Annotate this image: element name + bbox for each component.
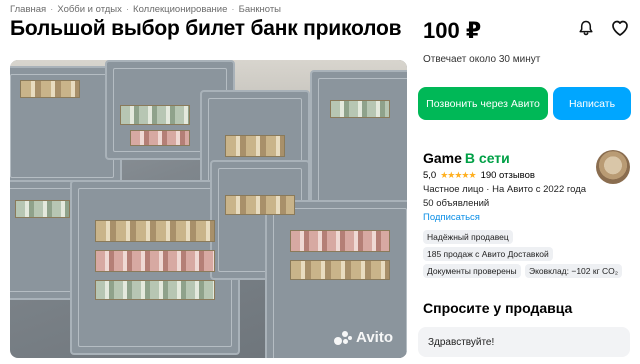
breadcrumb-hobby-link[interactable]: Хобби и отдых — [57, 4, 122, 15]
price: 100 ₽ — [423, 18, 482, 43]
seller-avatar[interactable] — [596, 150, 630, 184]
breadcrumb: Главная · Хобби и отдых · Коллекциониров… — [10, 4, 281, 15]
breadcrumb-separator: · — [231, 4, 235, 15]
call-via-avito-button[interactable]: Позвонить через Авито — [418, 87, 548, 120]
breadcrumb-banknotes-link[interactable]: Банкноты — [239, 4, 281, 15]
reviews-link[interactable]: 190 отзывов — [481, 170, 535, 181]
photo-banknote-stack — [330, 100, 390, 118]
breadcrumb-separator: · — [125, 4, 130, 15]
avito-watermark: Avito — [334, 329, 393, 346]
photo-banknote-stack — [120, 105, 190, 125]
photo-banknote-stack — [130, 130, 190, 146]
listing-photo[interactable]: Avito — [10, 60, 407, 358]
photo-banknote-stack — [225, 195, 295, 215]
listing-title: Большой выбор билет банк приколов — [10, 17, 402, 40]
avito-watermark-text: Avito — [356, 329, 393, 346]
breadcrumb-separator: · — [50, 4, 54, 15]
photo-banknote-stack — [225, 135, 285, 157]
subscribe-link[interactable]: Подписаться — [423, 212, 480, 223]
seller-rating: 5,0 ★★★★★ 190 отзывов — [423, 170, 535, 181]
breadcrumb-home-link[interactable]: Главная — [10, 4, 46, 15]
seller-name-line: Game В сети — [423, 150, 510, 166]
breadcrumb-collecting-link[interactable]: Коллекционирование — [133, 4, 227, 15]
photo-banknote-stack — [95, 250, 215, 272]
message-input[interactable] — [418, 327, 630, 357]
seller-type: Частное лицо · На Авито с 2022 года — [423, 184, 587, 195]
photo-banknote-stack — [95, 280, 215, 300]
response-time: Отвечает около 30 минут — [423, 54, 541, 65]
notification-bell-icon[interactable] — [578, 20, 594, 36]
photo-banknote-stack — [15, 200, 70, 218]
ask-seller-title: Спросите у продавца — [423, 300, 573, 316]
online-status: В сети — [464, 150, 510, 166]
badge-documents-verified: Документы проверены — [423, 264, 521, 278]
photo-crate — [310, 70, 407, 220]
photo-banknote-stack — [290, 230, 390, 252]
avito-logo-icon — [334, 330, 353, 345]
seller-ads-count[interactable]: 50 объявлений — [423, 198, 489, 209]
photo-banknote-stack — [95, 220, 215, 242]
rating-value: 5,0 — [423, 170, 437, 181]
seller-name-link[interactable]: Game — [423, 150, 462, 166]
photo-banknote-stack — [290, 260, 390, 280]
photo-banknote-stack — [20, 80, 80, 98]
favorite-heart-icon[interactable] — [611, 20, 629, 36]
badge-reliable-seller: Надёжный продавец — [423, 230, 513, 244]
badge-delivery-sales: 185 продаж с Авито Доставкой — [423, 247, 553, 261]
write-message-button[interactable]: Написать — [553, 87, 631, 120]
rating-stars-icon: ★★★★★ — [440, 170, 476, 180]
badge-eco-contribution: Эковклад: −102 кг CO₂ — [525, 264, 623, 278]
